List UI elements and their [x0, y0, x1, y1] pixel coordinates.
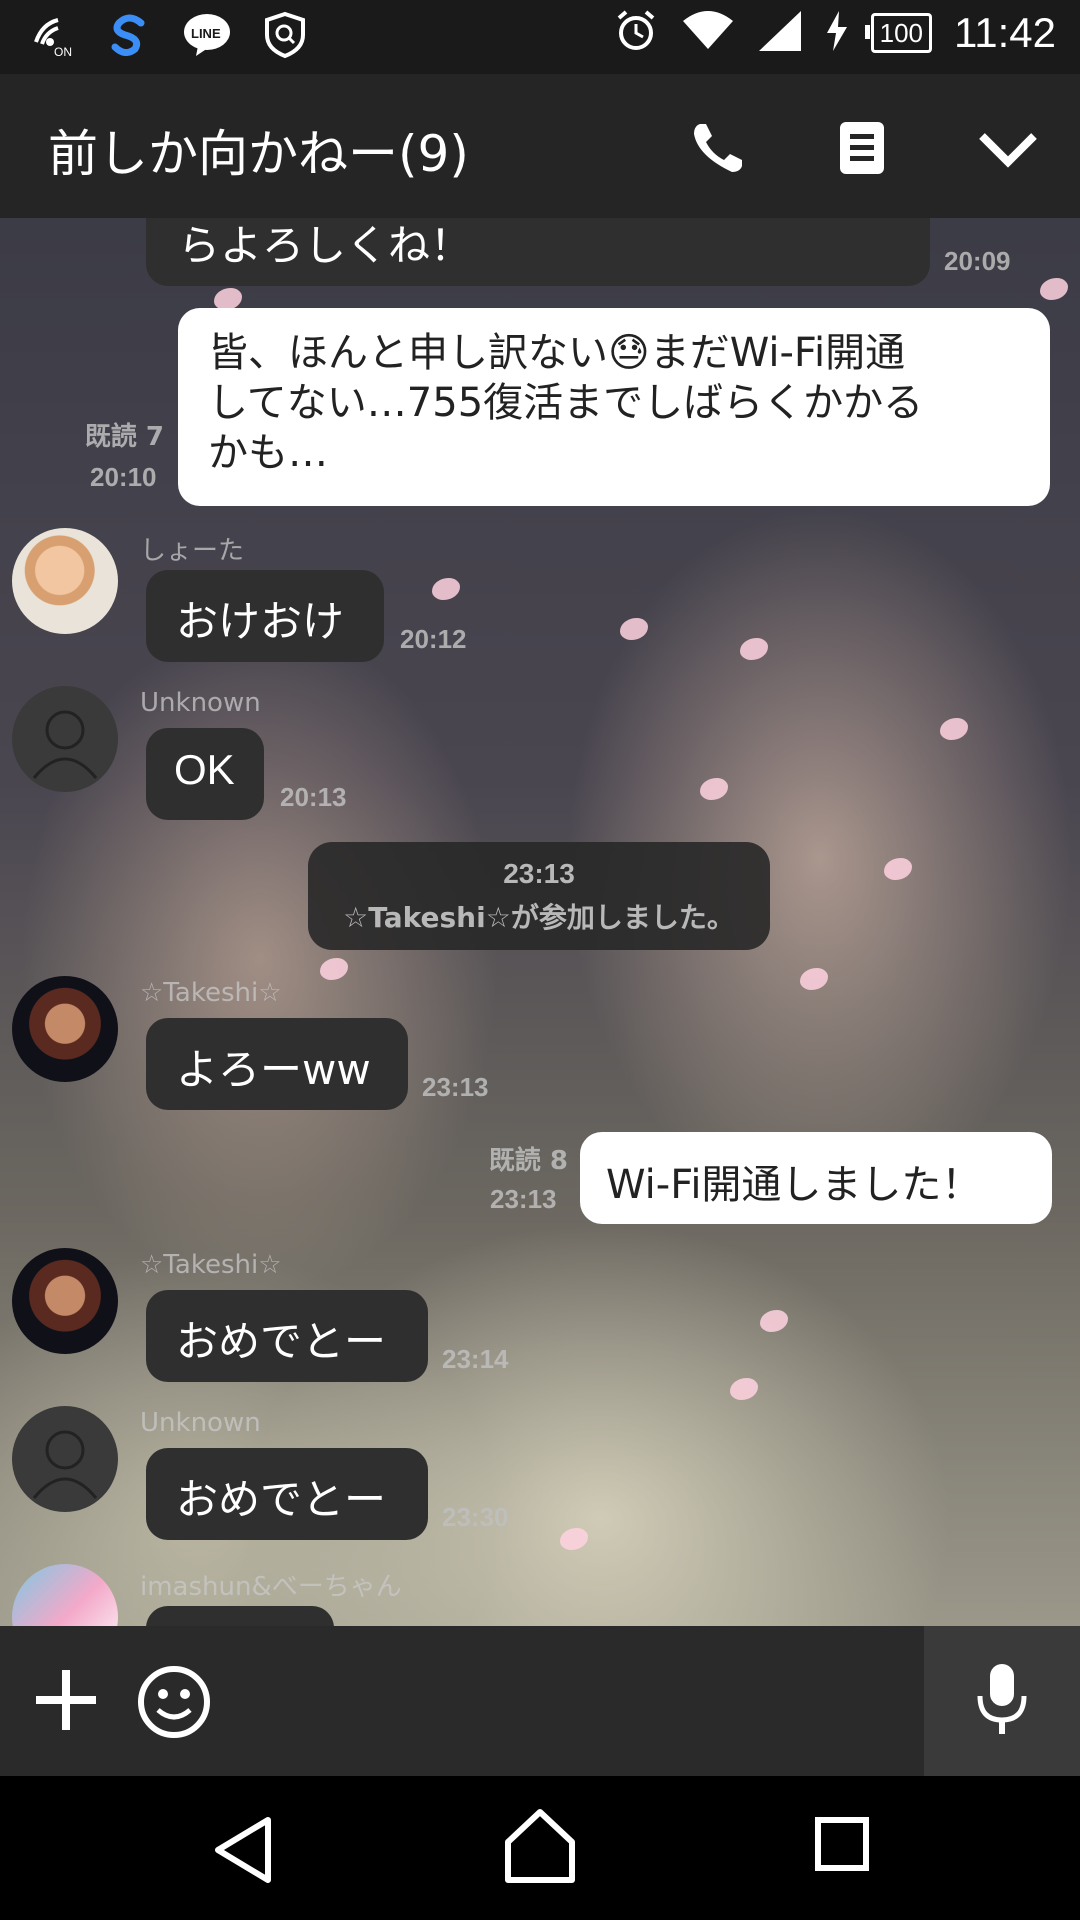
system-message: 23:13 ☆Takeshi☆が参加しました。 [308, 842, 770, 950]
navigation-bar [0, 1776, 1080, 1920]
clock: 11:42 [954, 9, 1056, 56]
svg-text:LINE: LINE [191, 26, 221, 41]
home-button[interactable] [500, 1806, 580, 1886]
voice-message-button[interactable] [924, 1626, 1080, 1776]
message-bubble-incoming[interactable]: よろーww [146, 1018, 408, 1110]
signal-icon [757, 9, 803, 57]
message-line: かも… [208, 430, 328, 476]
message-text: らよろしくね！ [178, 221, 473, 270]
message-bubble-outgoing[interactable]: Wi-Fi開通しました！ [580, 1132, 1052, 1224]
message-time: 23:13 [422, 1072, 489, 1102]
avatar[interactable] [12, 1406, 118, 1512]
message-time: 23:30 [442, 1502, 509, 1532]
sender-name: Unknown [140, 1408, 261, 1438]
emoji-icon [136, 1666, 212, 1744]
plus-icon [30, 1670, 102, 1740]
message-text: おめでとー [176, 1317, 387, 1366]
message-bubble-incoming[interactable]: おけおけ [146, 570, 384, 662]
read-receipt: 既読 8 [488, 1146, 568, 1176]
message-time: 20:13 [280, 782, 347, 812]
petal-decoration [432, 578, 460, 600]
call-button[interactable] [688, 118, 748, 178]
message-text: おけおけ [176, 597, 345, 646]
avatar[interactable] [12, 1248, 118, 1354]
svg-text:ON: ON [54, 45, 72, 58]
petal-decoration [620, 618, 648, 640]
message-bubble-incoming[interactable]: おめでとー [146, 1290, 428, 1382]
status-bar: ON LINE 100 11:42 [0, 0, 1080, 74]
notes-icon [836, 122, 888, 182]
chevron-down-icon [976, 133, 1040, 182]
avatar[interactable] [12, 528, 118, 634]
message-time: 20:12 [400, 624, 467, 654]
message-bubble-incoming[interactable]: おめでとー [146, 1448, 428, 1540]
message-time: 20:10 [90, 462, 157, 492]
default-avatar-icon [32, 1430, 98, 1499]
add-attachment-button[interactable] [30, 1664, 102, 1736]
petal-decoration [700, 778, 728, 800]
message-time: 20:09 [944, 246, 1011, 276]
message-text: よろーww [176, 1045, 371, 1094]
message-bubble-incoming[interactable]: OK [146, 728, 264, 820]
notes-button[interactable] [836, 118, 896, 178]
s-app-icon [104, 10, 154, 60]
system-message-time: 23:13 [503, 858, 575, 889]
message-text: OK [174, 746, 235, 793]
recents-button[interactable] [814, 1816, 870, 1872]
mic-icon [974, 1662, 1030, 1742]
avatar[interactable] [12, 1564, 118, 1626]
home-icon [500, 1809, 580, 1890]
petal-decoration [760, 1310, 788, 1332]
menu-toggle-button[interactable] [976, 118, 1037, 178]
petal-decoration [884, 858, 912, 880]
default-avatar-icon [32, 710, 98, 779]
alarm-icon [613, 8, 659, 58]
sender-name: ☆Takeshi☆ [140, 978, 282, 1008]
message-time: 23:13 [490, 1184, 557, 1214]
sender-name: Unknown [140, 688, 261, 718]
charging-icon [825, 11, 849, 55]
chat-area[interactable]: らよろしくね！ 20:09 既読 7 20:10 皆、ほんと申し訳ない😓まだWi… [0, 218, 1080, 1626]
back-button[interactable] [206, 1812, 286, 1888]
message-line: 皆、ほんと申し訳ない😓まだWi-Fi開通 [208, 330, 906, 376]
wifi-icon [681, 9, 735, 57]
message-bubble-incoming[interactable]: らよろしくね！ [146, 218, 930, 286]
phone-icon [688, 124, 748, 182]
petal-decoration [800, 968, 828, 990]
message-text: おめでとー [176, 1475, 387, 1524]
emoji-button[interactable] [136, 1664, 212, 1740]
status-bar-right-icons: 100 11:42 [613, 8, 1056, 58]
message-bubble-incoming[interactable] [146, 1606, 334, 1626]
message-text: Wi-Fi開通しました！ [606, 1162, 982, 1208]
petal-decoration [560, 1528, 588, 1550]
message-time: 23:14 [442, 1344, 509, 1374]
message-text: 皆、ほんと申し訳ない😓まだWi-Fi開通 してない…755復活までしばらくかかる… [208, 328, 923, 478]
petal-decoration [214, 288, 242, 310]
battery-level: 100 [864, 13, 932, 53]
petal-decoration [740, 638, 768, 660]
message-input[interactable] [230, 1646, 910, 1756]
sender-name: imashun&べーちゃん [140, 1572, 402, 1602]
line-icon: LINE [182, 10, 232, 60]
read-receipt: 既読 7 [84, 422, 164, 452]
message-input-bar [0, 1626, 1080, 1776]
message-line: してない…755復活までしばらくかかる [208, 380, 924, 426]
back-icon [206, 1817, 286, 1892]
shield-icon [260, 10, 310, 60]
chat-room-title: 前しか向かねー(9) [48, 125, 469, 183]
sender-name: しょーた [140, 536, 245, 566]
message-bubble-outgoing[interactable]: 皆、ほんと申し訳ない😓まだWi-Fi開通 してない…755復活までしばらくかかる… [178, 308, 1050, 506]
petal-decoration [1040, 278, 1068, 300]
chat-header: 前しか向かねー(9) [0, 74, 1080, 218]
petal-decoration [940, 718, 968, 740]
status-bar-left-icons: ON LINE [26, 10, 310, 60]
petal-decoration [730, 1378, 758, 1400]
system-message-text: ☆Takeshi☆が参加しました。 [343, 901, 735, 934]
sender-name: ☆Takeshi☆ [140, 1250, 282, 1280]
recents-icon [814, 1817, 870, 1876]
avatar[interactable] [12, 976, 118, 1082]
nfc-on-icon: ON [26, 10, 76, 60]
petal-decoration [320, 958, 348, 980]
avatar[interactable] [12, 686, 118, 792]
